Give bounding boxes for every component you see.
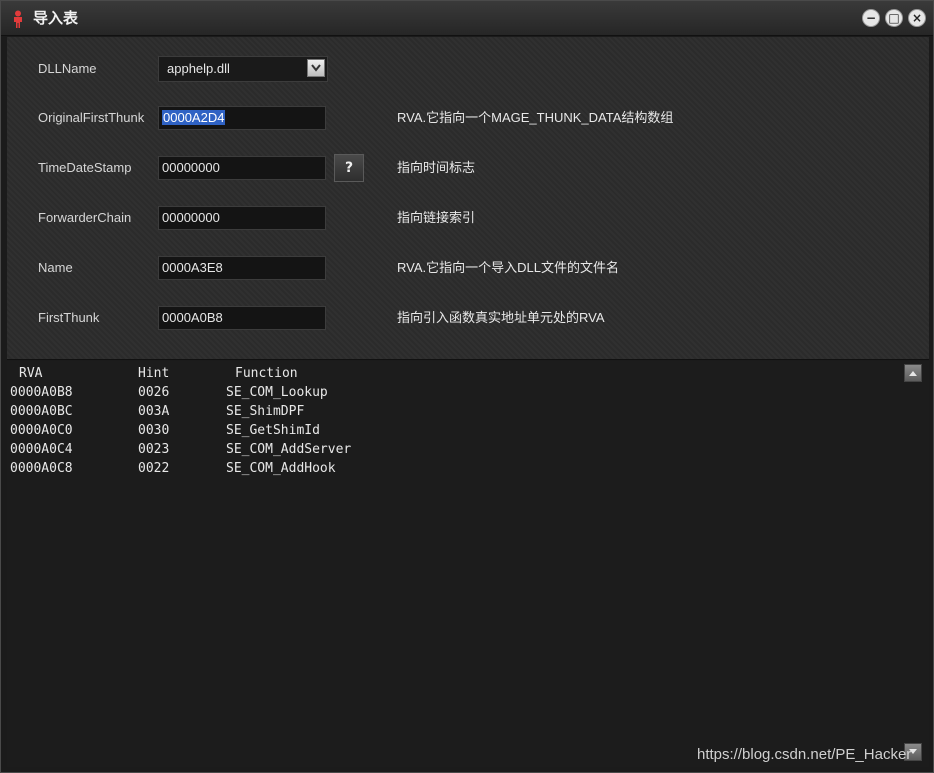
column-header-function: Function <box>235 366 298 381</box>
app-person-icon <box>11 10 25 28</box>
row-hint: 0026 <box>138 385 170 400</box>
title-bar[interactable]: 导入表 − □ × <box>1 1 933 36</box>
dropdown-arrow-button[interactable] <box>307 59 325 77</box>
chevron-up-icon <box>909 371 917 376</box>
row-function: SE_GetShimId <box>226 423 320 438</box>
watermark-text: https://blog.csdn.net/PE_Hacker <box>697 746 912 763</box>
forwarder-chain-desc: 指向链接索引 <box>397 210 476 225</box>
row-rva: 0000A0C4 <box>10 442 73 457</box>
dllname-selected-value: apphelp.dll <box>167 61 230 76</box>
row-rva: 0000A0B8 <box>10 385 73 400</box>
row-function: SE_ShimDPF <box>226 404 305 419</box>
minimize-button[interactable]: − <box>862 9 880 27</box>
row-hint: 0030 <box>138 423 170 438</box>
first-thunk-field[interactable]: 0000A0B8 <box>158 306 326 330</box>
time-date-stamp-desc: 指向时间标志 <box>397 160 476 175</box>
list-row[interactable]: 0000A0C0 0030 SE_GetShimId <box>7 421 897 440</box>
import-table-window: 导入表 − □ × DLLName apphelp.dll OriginalFi… <box>0 0 934 773</box>
name-desc: RVA.它指向一个导入DLL文件的文件名 <box>397 260 619 275</box>
original-first-thunk-label: OriginalFirstThunk <box>38 110 145 125</box>
time-date-stamp-help-button[interactable]: ? <box>334 154 364 182</box>
original-first-thunk-value: 0000A2D4 <box>162 110 226 125</box>
row-hint: 0023 <box>138 442 170 457</box>
row-rva: 0000A0C0 <box>10 423 73 438</box>
first-thunk-label: FirstThunk <box>38 310 100 325</box>
scroll-up-button[interactable] <box>904 364 922 382</box>
row-hint: 003A <box>138 404 170 419</box>
forwarder-chain-label: ForwarderChain <box>38 210 132 225</box>
original-first-thunk-field[interactable]: 0000A2D4 <box>158 106 326 130</box>
row-function: SE_COM_Lookup <box>226 385 328 400</box>
row-function: SE_COM_AddHook <box>226 461 336 476</box>
window-title: 导入表 <box>33 9 79 27</box>
forwarder-chain-field[interactable]: 00000000 <box>158 206 326 230</box>
import-descriptor-form: DLLName apphelp.dll OriginalFirstThunk 0… <box>7 37 929 360</box>
list-row[interactable]: 0000A0C8 0022 SE_COM_AddHook <box>7 459 897 478</box>
chevron-down-icon <box>311 64 321 72</box>
dllname-label: DLLName <box>38 61 97 76</box>
original-first-thunk-desc: RVA.它指向一个MAGE_THUNK_DATA结构数组 <box>397 110 674 125</box>
list-row[interactable]: 0000A0B8 0026 SE_COM_Lookup <box>7 383 897 402</box>
close-button[interactable]: × <box>908 9 926 27</box>
row-rva: 0000A0BC <box>10 404 73 419</box>
first-thunk-desc: 指向引入函数真实地址单元处的RVA <box>397 310 605 325</box>
list-header: RVA Hint Function <box>7 364 897 383</box>
row-hint: 0022 <box>138 461 170 476</box>
list-row[interactable]: 0000A0BC 003A SE_ShimDPF <box>7 402 897 421</box>
column-header-hint: Hint <box>138 366 170 381</box>
dllname-select[interactable]: apphelp.dll <box>158 56 328 82</box>
maximize-button[interactable]: □ <box>885 9 903 27</box>
time-date-stamp-label: TimeDateStamp <box>38 160 132 175</box>
name-label: Name <box>38 260 73 275</box>
list-row[interactable]: 0000A0C4 0023 SE_COM_AddServer <box>7 440 897 459</box>
name-field[interactable]: 0000A3E8 <box>158 256 326 280</box>
column-header-rva: RVA <box>19 366 43 381</box>
row-rva: 0000A0C8 <box>10 461 73 476</box>
row-function: SE_COM_AddServer <box>226 442 352 457</box>
time-date-stamp-field[interactable]: 00000000 <box>158 156 326 180</box>
imported-functions-list[interactable]: RVA Hint Function 0000A0B8 0026 SE_COM_L… <box>7 361 929 767</box>
